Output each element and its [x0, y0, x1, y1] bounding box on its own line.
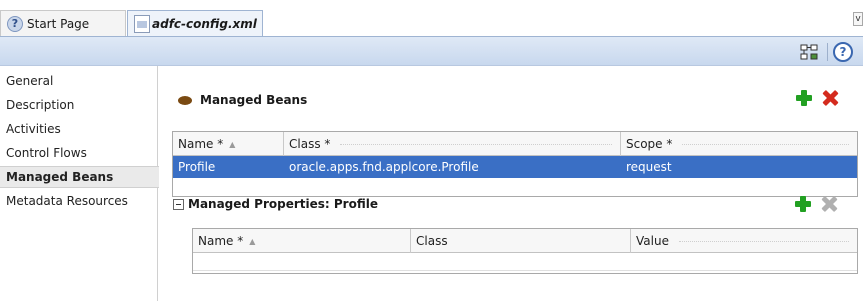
column-header-scope[interactable]: Scope *	[621, 132, 857, 156]
editor-toolbar: ?	[0, 36, 863, 66]
nav-item-metadata-resources[interactable]: Metadata Resources	[0, 190, 158, 212]
tab-start-page[interactable]: ? Start Page	[0, 10, 126, 36]
overview-nav: General Description Activities Control F…	[0, 66, 159, 301]
tab-list-dropdown-button[interactable]: v	[853, 12, 863, 26]
sort-ascending-icon: ▲	[229, 139, 236, 149]
cell-bean-scope[interactable]: request	[621, 156, 857, 178]
managed-properties-header: Managed Properties: Profile	[173, 197, 378, 211]
tab-adfc-config-label: adfc-config.xml	[152, 16, 257, 31]
tab-adfc-config[interactable]: adfc-config.xml	[127, 10, 263, 36]
bean-icon	[178, 95, 192, 105]
nav-item-activities[interactable]: Activities	[0, 118, 158, 140]
managed-beans-table-header: Name * ▲ Class * Scope *	[173, 132, 857, 156]
column-header-name[interactable]: Name * ▲	[193, 229, 411, 253]
column-header-class[interactable]: Class	[411, 229, 631, 253]
delete-property-icon	[821, 196, 837, 212]
nav-item-description[interactable]: Description	[0, 94, 158, 116]
delete-bean-icon[interactable]	[822, 90, 838, 106]
help-circle-icon: ?	[7, 15, 23, 32]
managed-properties-title: Managed Properties: Profile	[188, 197, 378, 211]
managed-properties-table: Name * ▲ Class Value	[192, 228, 858, 274]
xml-file-icon	[134, 14, 150, 33]
add-property-icon[interactable]	[795, 196, 811, 212]
table-row[interactable]: Profile oracle.apps.fnd.applcore.Profile…	[173, 156, 857, 178]
managed-beans-header: Managed Beans	[178, 93, 307, 107]
cell-bean-class[interactable]: oracle.apps.fnd.applcore.Profile	[284, 156, 621, 178]
managed-beans-table: Name * ▲ Class * Scope * Profile oracle.…	[172, 131, 858, 197]
sort-ascending-icon: ▲	[249, 236, 256, 246]
nav-item-general[interactable]: General	[0, 70, 158, 92]
editor-tab-strip: ? Start Page adfc-config.xml v	[0, 0, 863, 36]
toolbar-separator	[827, 43, 828, 61]
tab-start-page-label: Start Page	[27, 16, 90, 31]
nav-item-managed-beans[interactable]: Managed Beans	[0, 166, 159, 188]
managed-properties-table-header: Name * ▲ Class Value	[193, 229, 857, 253]
managed-beans-panel: Managed Beans Name * ▲ Class * Scope * P…	[160, 66, 863, 301]
column-header-value[interactable]: Value	[631, 229, 857, 253]
column-header-class[interactable]: Class *	[284, 132, 621, 156]
cell-bean-name[interactable]: Profile	[173, 156, 284, 178]
collapse-icon[interactable]	[173, 198, 184, 210]
add-bean-icon[interactable]	[796, 90, 812, 106]
diagram-layout-icon[interactable]	[799, 42, 819, 62]
column-header-name[interactable]: Name * ▲	[173, 132, 284, 156]
empty-table-row	[193, 253, 857, 271]
nav-item-control-flows[interactable]: Control Flows	[0, 142, 158, 164]
managed-beans-title: Managed Beans	[200, 93, 308, 107]
help-button[interactable]: ?	[833, 42, 853, 62]
